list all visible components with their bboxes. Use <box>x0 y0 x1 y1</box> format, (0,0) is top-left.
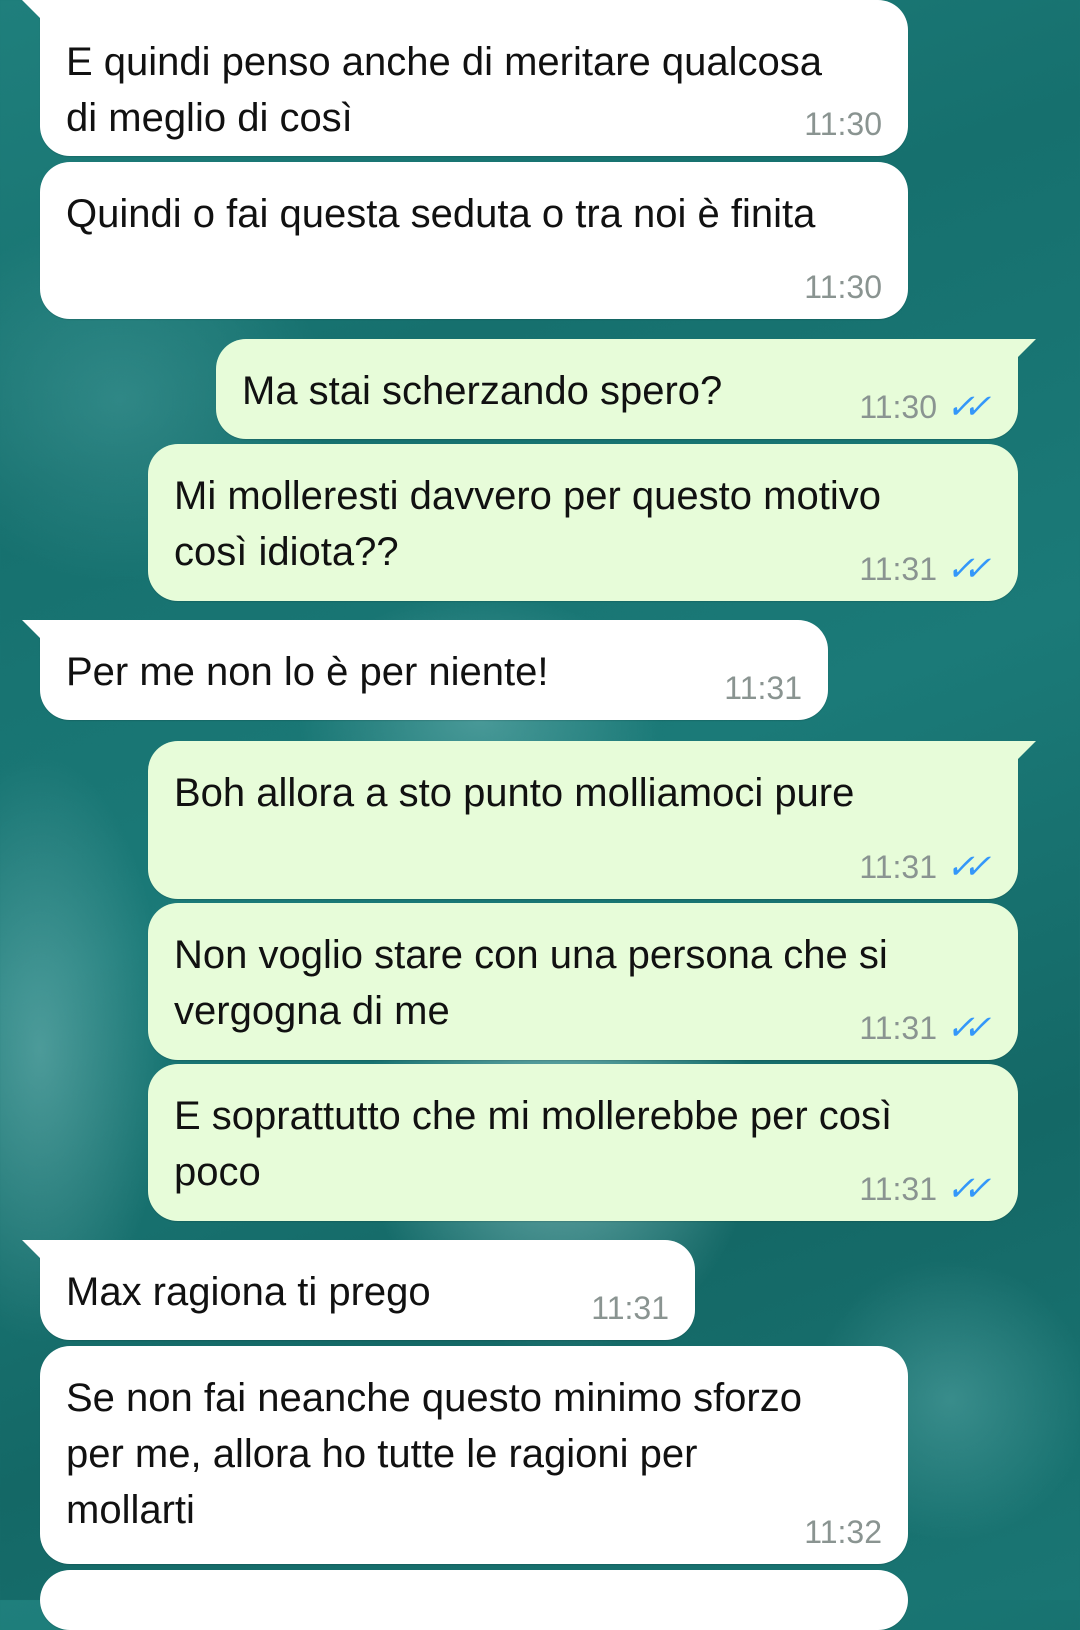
double-check-icon: ✓✓ <box>943 848 988 886</box>
message-outgoing[interactable]: Ma stai scherzando spero? 11:30 ✓✓ <box>216 339 1036 439</box>
message-outgoing[interactable]: Boh allora a sto punto molliamoci pure 1… <box>148 741 1036 899</box>
message-timestamp: 11:30 <box>804 269 882 305</box>
message-timestamp: 11:31 ✓✓ <box>859 550 988 588</box>
message-timestamp: 11:30 <box>804 106 882 142</box>
message-outgoing[interactable]: E soprattutto che mi mollerebbe per così… <box>148 1064 1018 1221</box>
message-incoming[interactable]: Quindi o fai questa seduta o tra noi è f… <box>40 162 908 319</box>
double-check-icon: ✓✓ <box>943 550 988 588</box>
message-text: Max ragiona ti prego <box>66 1270 431 1314</box>
message-outgoing[interactable]: Mi molleresti davvero per questo motivo … <box>148 444 1018 601</box>
chat-area[interactable]: E quindi penso anche di meritare qualcos… <box>0 0 1080 1630</box>
double-check-icon: ✓✓ <box>943 1170 988 1208</box>
message-text: Per me non lo è per niente! <box>66 650 549 694</box>
message-incoming-partial[interactable] <box>40 1570 908 1630</box>
message-text: Quindi o fai questa seduta o tra noi è f… <box>66 192 816 236</box>
message-incoming[interactable]: Per me non lo è per niente! 11:31 <box>22 620 828 720</box>
message-incoming[interactable]: Max ragiona ti prego 11:31 <box>22 1240 695 1340</box>
message-timestamp: 11:31 <box>591 1290 669 1326</box>
double-check-icon: ✓✓ <box>943 388 988 426</box>
double-check-icon: ✓✓ <box>943 1009 988 1047</box>
message-text: Mi molleresti davvero per questo motivo … <box>174 474 881 574</box>
message-timestamp: 11:32 <box>804 1514 882 1550</box>
message-incoming[interactable]: Se non fai neanche questo minimo sforzo … <box>40 1346 908 1564</box>
message-text: E soprattutto che mi mollerebbe per così… <box>174 1094 893 1194</box>
message-outgoing[interactable]: Non voglio stare con una persona che si … <box>148 903 1018 1060</box>
message-text: Se non fai neanche questo minimo sforzo … <box>66 1376 802 1532</box>
message-text: Ma stai scherzando spero? <box>242 369 723 413</box>
message-timestamp: 11:30 ✓✓ <box>859 388 988 426</box>
message-timestamp: 11:31 ✓✓ <box>859 1009 988 1047</box>
message-incoming[interactable]: E quindi penso anche di meritare qualcos… <box>22 0 908 156</box>
message-text: E quindi penso anche di meritare qualcos… <box>66 40 823 140</box>
message-text: Boh allora a sto punto molliamoci pure <box>174 771 855 815</box>
message-timestamp: 11:31 <box>724 670 802 706</box>
message-timestamp: 11:31 ✓✓ <box>859 848 988 886</box>
message-timestamp: 11:31 ✓✓ <box>859 1170 988 1208</box>
